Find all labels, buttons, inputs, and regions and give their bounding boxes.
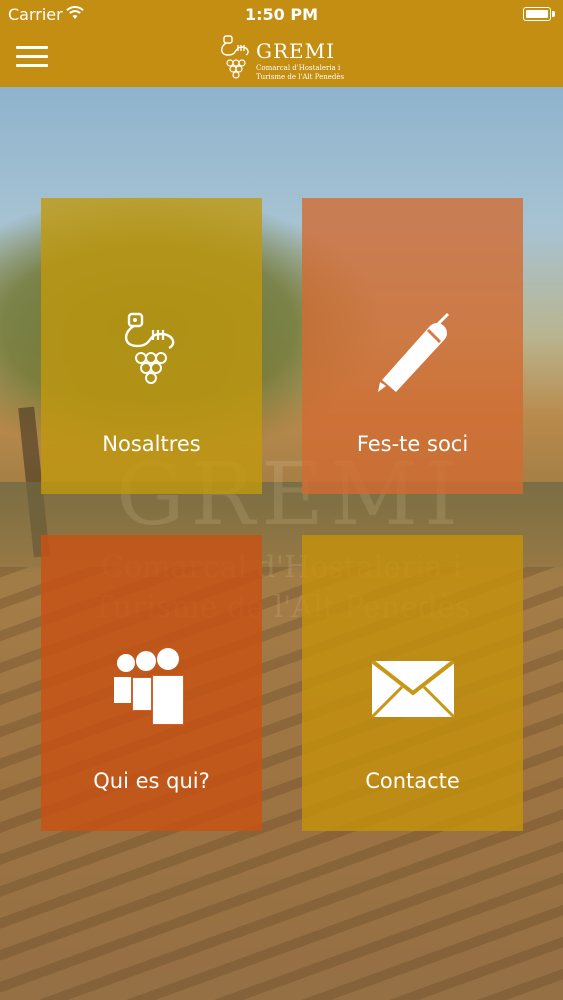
people-group-icon	[41, 647, 262, 735]
grape-cup-logo-icon	[221, 35, 249, 79]
qui-es-qui-tile[interactable]: Qui es qui?	[41, 535, 262, 831]
envelope-icon	[302, 659, 523, 723]
status-bar: Carrier 1:50 PM	[0, 0, 563, 30]
nosaltres-label: Nosaltres	[102, 432, 201, 456]
contacte-label: Contacte	[365, 769, 460, 793]
fes-te-soci-label: Fes-te soci	[356, 432, 469, 456]
pen-icon	[302, 310, 523, 400]
navigation-bar: GREMI Comarcal d'Hostaleria i Turisme de…	[0, 30, 563, 87]
contacte-tile[interactable]: Contacte	[302, 535, 523, 831]
status-time: 1:50 PM	[244, 5, 318, 24]
nosaltres-tile[interactable]: Nosaltres	[41, 198, 262, 494]
qui-es-qui-label: Qui es qui?	[93, 769, 210, 793]
logo-title: GREMI	[256, 39, 336, 63]
logo-subtitle-line2: Turisme de l'Alt Penedès	[256, 73, 345, 81]
logo-subtitle-line1: Comarcal d'Hostaleria i	[256, 64, 341, 72]
grape-cup-logo-icon	[41, 310, 262, 396]
battery-icon	[523, 7, 555, 21]
gremi-logo: GREMI Comarcal d'Hostaleria i Turisme de…	[216, 33, 346, 85]
hamburger-menu-icon[interactable]	[16, 44, 48, 70]
fes-te-soci-tile[interactable]: Fes-te soci	[302, 198, 523, 494]
